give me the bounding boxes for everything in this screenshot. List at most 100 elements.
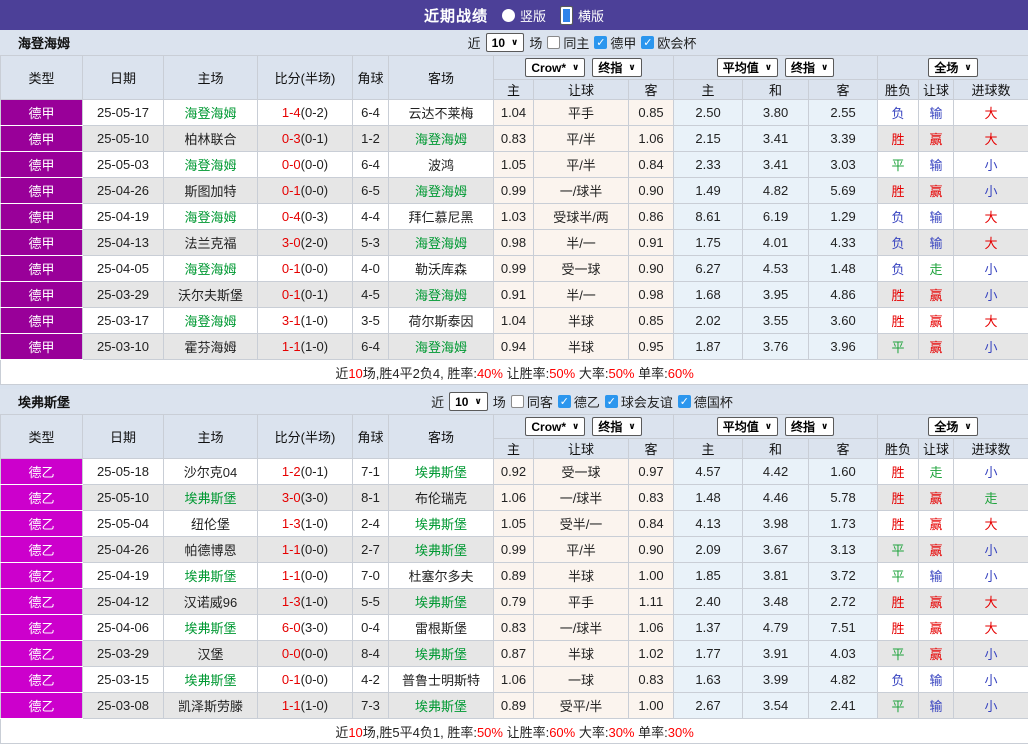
scope-select[interactable]: 全场∨ [928,58,977,77]
checkbox-德乙[interactable]: ✓德乙 [558,392,600,411]
average-header: 平均值∨ 终指∨ [674,415,878,439]
match-count-select[interactable]: 10∨ [486,33,525,52]
home-team-cell: 海登海姆 [164,308,258,334]
score-cell: 1-3(1-0) [258,511,353,537]
odds-away: 0.95 [629,334,674,360]
away-team-cell: 海登海姆 [389,282,494,308]
avg-home: 2.33 [674,152,743,178]
result-cell: 胜 [878,589,919,615]
odds-home: 0.98 [494,230,534,256]
home-team-cell: 海登海姆 [164,152,258,178]
league-badge: 德甲 [1,178,83,204]
final-odds-select[interactable]: 终指∨ [592,58,641,77]
avg-draw: 6.19 [743,204,809,230]
checkbox-球会友谊[interactable]: ✓球会友谊 [605,392,673,411]
summary-text: 40% [477,366,503,381]
match-date: 25-03-17 [83,308,164,334]
average-header: 平均值∨终指∨ [674,56,878,80]
match-score: 1-2 [282,464,301,479]
odds-handicap: 半球 [534,334,629,360]
odds-away: 0.91 [629,230,674,256]
avg-away: 2.41 [809,693,878,719]
radio-horizontal[interactable]: 横版 [560,6,604,25]
final-odds-select-2-chevron-icon: ∨ [821,62,828,73]
checkbox-同客[interactable]: 同客 [511,392,553,411]
away-team: 埃弗斯堡 [415,465,467,480]
home-team: 凯泽斯劳滕 [178,699,243,714]
checkbox-同主[interactable]: 同主 [547,33,589,52]
odds-handicap: 半/一 [534,282,629,308]
table-row: 德乙25-04-26帕德博恩1-1(0-0)2-7埃弗斯堡0.99平/半0.90… [1,537,1028,563]
result-goals: 小 [985,158,998,173]
match-count-select[interactable]: 10∨ [449,392,488,411]
corner-score: 2-4 [353,511,389,537]
half-score: (0-1) [301,131,328,146]
score-cell: 0-0(0-0) [258,152,353,178]
result-cell: 赢 [919,485,954,511]
avg-home: 2.09 [674,537,743,563]
result-goals: 小 [985,262,998,277]
average-select[interactable]: 平均值∨ [717,58,778,77]
result-cell: 大 [954,615,1028,641]
away-team: 埃弗斯堡 [415,647,467,662]
score-cell: 3-0(3-0) [258,485,353,511]
home-team-cell: 法兰克福 [164,230,258,256]
avg-home: 4.57 [674,459,743,485]
match-score: 1-3 [282,516,301,531]
result-outcome: 平 [892,569,905,584]
match-count-select-chevron-icon: ∨ [511,37,518,48]
result-cell: 平 [878,152,919,178]
result-cell: 赢 [919,641,954,667]
result-cell: 胜 [878,459,919,485]
sub-header-2: 客 [629,80,674,100]
checkbox-德甲[interactable]: ✓德甲 [594,33,636,52]
average-select-value: 平均值 [723,59,759,76]
radio-horizontal-icon [560,6,573,25]
corner-score: 4-0 [353,256,389,282]
odds-home: 0.79 [494,589,534,615]
checkbox-欧会杯[interactable]: ✓欧会杯 [641,33,696,52]
sub-header-1: 让球 [534,439,629,459]
final-odds-select-2[interactable]: 终指∨ [785,58,834,77]
odds-away: 0.83 [629,667,674,693]
average-select[interactable]: 平均值∨ [717,417,778,436]
unchecked-checkbox-icon [511,395,524,408]
avg-away: 2.55 [809,100,878,126]
titlebar: 近期战绩 竖版 横版 [0,0,1028,30]
avg-home: 1.75 [674,230,743,256]
summary-text: 30% [608,725,634,740]
sub-header-3: 主 [674,439,743,459]
result-cell: 小 [954,641,1028,667]
home-team: 霍芬海姆 [184,340,236,355]
sub-header-8: 进球数 [954,439,1028,459]
final-odds-select[interactable]: 终指∨ [592,417,641,436]
away-team: 布伦瑞克 [415,491,467,506]
scope-select[interactable]: 全场∨ [928,417,977,436]
avg-home: 1.87 [674,334,743,360]
result-cell: 胜 [878,282,919,308]
away-team-cell: 海登海姆 [389,230,494,256]
result-outcome: 胜 [892,132,905,147]
checkbox-德国杯[interactable]: ✓德国杯 [678,392,733,411]
match-score: 0-1 [282,261,301,276]
crow-select[interactable]: Crow*∨ [525,417,585,436]
final-odds-select-2[interactable]: 终指∨ [785,417,834,436]
odds-handicap: 一/球半 [534,178,629,204]
radio-vertical[interactable]: 竖版 [502,6,546,25]
league-badge: 德乙 [1,589,83,615]
result-cell: 平 [878,641,919,667]
result-cell: 小 [954,178,1028,204]
result-goals: 小 [985,699,998,714]
score-cell: 1-1(0-0) [258,537,353,563]
result-cell: 负 [878,204,919,230]
summary-text: 场,胜4平2负4, 胜率: [363,366,477,381]
half-score: (1-0) [301,339,328,354]
crow-select[interactable]: Crow*∨ [525,58,585,77]
radio-vertical-label: 竖版 [520,6,546,25]
summary-text: 10 [348,366,362,381]
result-cell: 赢 [919,511,954,537]
half-score: (1-0) [301,516,328,531]
away-team-cell: 埃弗斯堡 [389,459,494,485]
result-cell: 平 [878,563,919,589]
scope-header: 全场∨ [878,56,1028,80]
